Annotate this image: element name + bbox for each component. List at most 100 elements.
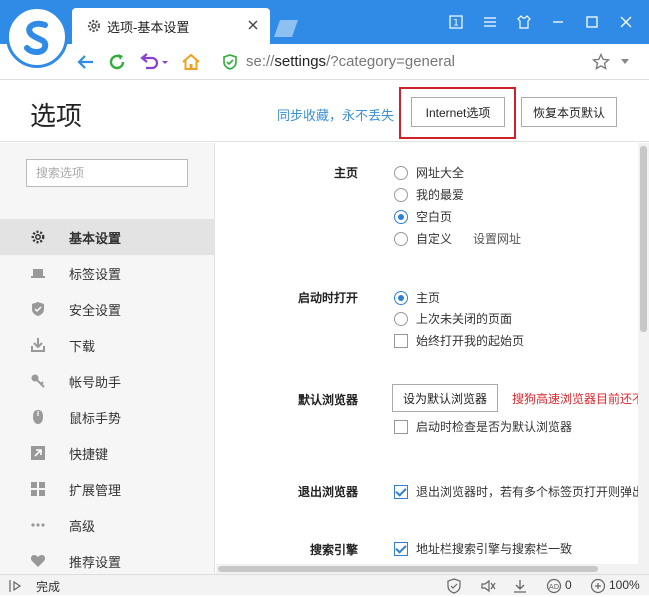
home-button[interactable] bbox=[180, 52, 202, 72]
sidebar-item-tabs[interactable]: 标签设置 bbox=[0, 255, 214, 291]
homepage-option-custom[interactable]: 自定义 设置网址 bbox=[394, 230, 521, 247]
homepage-option-favorites[interactable]: 我的最爱 bbox=[394, 186, 464, 203]
check-default-on-start[interactable]: 启动时检查是否为默认浏览器 bbox=[394, 418, 572, 435]
back-arrow-icon bbox=[77, 55, 93, 69]
option-label: 上次未关闭的页面 bbox=[416, 312, 513, 326]
restore-defaults-button[interactable]: 恢复本页默认 bbox=[521, 97, 617, 127]
url-scheme: se:// bbox=[246, 53, 275, 70]
heart-icon bbox=[30, 553, 46, 569]
vertical-scroll-thumb[interactable] bbox=[640, 146, 647, 332]
sidebar-item-label: 标签设置 bbox=[69, 266, 122, 282]
tab-count-icon[interactable]: 1 bbox=[439, 10, 473, 34]
minimize-icon[interactable] bbox=[541, 10, 575, 34]
menu-icon[interactable] bbox=[473, 10, 507, 34]
search-input[interactable]: 搜索选项 bbox=[26, 159, 188, 187]
status-bar: 完成 AD 0 100% bbox=[0, 574, 649, 595]
option-label: 始终打开我的起始页 bbox=[416, 334, 525, 348]
radio-button[interactable] bbox=[394, 165, 408, 180]
option-label: 空白页 bbox=[416, 210, 453, 224]
sidebar-item-label: 安全设置 bbox=[69, 302, 122, 318]
option-label: 启动时检查是否为默认浏览器 bbox=[416, 420, 573, 434]
search-engine-sync[interactable]: 地址栏搜索引擎与搜索栏一致 bbox=[394, 540, 572, 557]
sound-icon[interactable] bbox=[480, 578, 496, 594]
back-button[interactable] bbox=[75, 52, 97, 72]
sogou-logo-icon bbox=[24, 20, 49, 55]
sidebar-item-extensions[interactable]: 扩展管理 bbox=[0, 471, 214, 507]
sidebar-item-security[interactable]: 安全设置 bbox=[0, 291, 214, 327]
settings-header: 选项 同步收藏，永不丢失 Internet选项 恢复本页默认 bbox=[0, 80, 649, 142]
maximize-icon[interactable] bbox=[575, 10, 609, 34]
page-title: 选项 bbox=[30, 101, 83, 131]
checkbox[interactable] bbox=[394, 333, 408, 348]
gear-icon bbox=[30, 229, 46, 245]
chevron-down-icon[interactable] bbox=[620, 58, 630, 66]
radio-button-selected[interactable] bbox=[394, 209, 408, 224]
window-controls: 1 bbox=[439, 10, 643, 34]
sidebar-toggle-icon[interactable] bbox=[8, 578, 24, 594]
checkbox[interactable] bbox=[394, 419, 408, 434]
bookmark-star-icon[interactable] bbox=[592, 53, 610, 71]
close-icon[interactable] bbox=[246, 18, 260, 32]
homepage-option-nav[interactable]: 网址大全 bbox=[394, 164, 464, 181]
close-window-icon[interactable] bbox=[609, 10, 643, 34]
sidebar-item-download[interactable]: 下载 bbox=[0, 327, 214, 363]
checkbox-checked[interactable] bbox=[394, 541, 408, 556]
option-label: 退出浏览器时，若有多个标签页打开则弹出 bbox=[416, 485, 638, 499]
sidebar-nav: 基本设置 标签设置 安全设置 下载 帐号助手 鼠标手势 快捷键 扩展管理 高级 … bbox=[0, 219, 214, 579]
shield-icon bbox=[30, 301, 46, 317]
active-tab[interactable]: 选项-基本设置 bbox=[72, 8, 270, 44]
svg-text:AD: AD bbox=[549, 583, 559, 591]
checkbox-checked[interactable] bbox=[394, 484, 408, 499]
url-field[interactable]: se://settings/?category=general bbox=[246, 53, 455, 70]
zoom-level[interactable]: 100% bbox=[609, 578, 640, 592]
undo-close-button[interactable] bbox=[138, 52, 170, 72]
sidebar: 搜索选项 基本设置 标签设置 安全设置 下载 帐号助手 鼠标手势 快捷键 扩展管… bbox=[0, 143, 215, 574]
new-tab-button[interactable] bbox=[272, 18, 300, 38]
radio-button[interactable] bbox=[394, 311, 408, 326]
set-default-browser-button[interactable]: 设为默认浏览器 bbox=[392, 384, 498, 412]
option-label: 地址栏搜索引擎与搜索栏一致 bbox=[416, 542, 573, 556]
address-bar: se://settings/?category=general bbox=[0, 44, 649, 80]
refresh-icon bbox=[109, 54, 125, 70]
option-label: 网址大全 bbox=[416, 166, 465, 180]
tab-title: 选项-基本设置 bbox=[107, 19, 190, 35]
sidebar-item-account[interactable]: 帐号助手 bbox=[0, 363, 214, 399]
radio-button[interactable] bbox=[394, 231, 408, 246]
browser-logo[interactable] bbox=[6, 6, 68, 68]
secure-shield-icon[interactable] bbox=[222, 54, 238, 70]
exit-warn-multiple-tabs[interactable]: 退出浏览器时，若有多个标签页打开则弹出 bbox=[394, 483, 638, 500]
set-url-link[interactable]: 设置网址 bbox=[473, 230, 521, 247]
svg-text:1: 1 bbox=[453, 19, 459, 29]
option-label: 自定义 bbox=[416, 232, 453, 246]
status-text: 完成 bbox=[36, 580, 61, 594]
key-icon bbox=[30, 373, 46, 389]
security-shield-icon[interactable] bbox=[446, 578, 462, 594]
sidebar-item-label: 基本设置 bbox=[69, 230, 122, 246]
sync-link[interactable]: 同步收藏，永不丢失 bbox=[277, 105, 394, 124]
startup-always-open[interactable]: 始终打开我的起始页 bbox=[394, 332, 524, 349]
horizontal-scroll-thumb[interactable] bbox=[218, 566, 598, 572]
radio-button[interactable] bbox=[394, 187, 408, 202]
settings-content: 主页 网址大全 我的最爱 空白页 自定义 设置网址 启动时打开 主页 上次未关闭… bbox=[216, 143, 638, 564]
refresh-button[interactable] bbox=[106, 52, 128, 72]
startup-option-home[interactable]: 主页 bbox=[394, 289, 440, 306]
sidebar-item-mouse[interactable]: 鼠标手势 bbox=[0, 399, 214, 435]
laptop-icon bbox=[30, 265, 46, 281]
more-icon bbox=[30, 517, 46, 533]
radio-button-selected[interactable] bbox=[394, 290, 408, 305]
skin-icon[interactable] bbox=[507, 10, 541, 34]
sidebar-item-advanced[interactable]: 高级 bbox=[0, 507, 214, 543]
ad-block-icon[interactable]: AD bbox=[546, 578, 562, 594]
default-browser-label: 默认浏览器 bbox=[297, 393, 358, 407]
sidebar-item-basic[interactable]: 基本设置 bbox=[0, 219, 214, 255]
sidebar-item-shortcut[interactable]: 快捷键 bbox=[0, 435, 214, 471]
sidebar-item-label: 扩展管理 bbox=[69, 482, 122, 498]
download-icon[interactable] bbox=[512, 578, 528, 594]
sidebar-item-label: 高级 bbox=[69, 518, 96, 534]
homepage-option-blank[interactable]: 空白页 bbox=[394, 208, 452, 225]
exit-label: 退出浏览器 bbox=[297, 485, 358, 499]
zoom-icon[interactable] bbox=[590, 578, 606, 594]
url-path: /?category=general bbox=[326, 53, 455, 70]
startup-option-last-session[interactable]: 上次未关闭的页面 bbox=[394, 310, 512, 327]
internet-options-button[interactable]: Internet选项 bbox=[411, 97, 505, 127]
